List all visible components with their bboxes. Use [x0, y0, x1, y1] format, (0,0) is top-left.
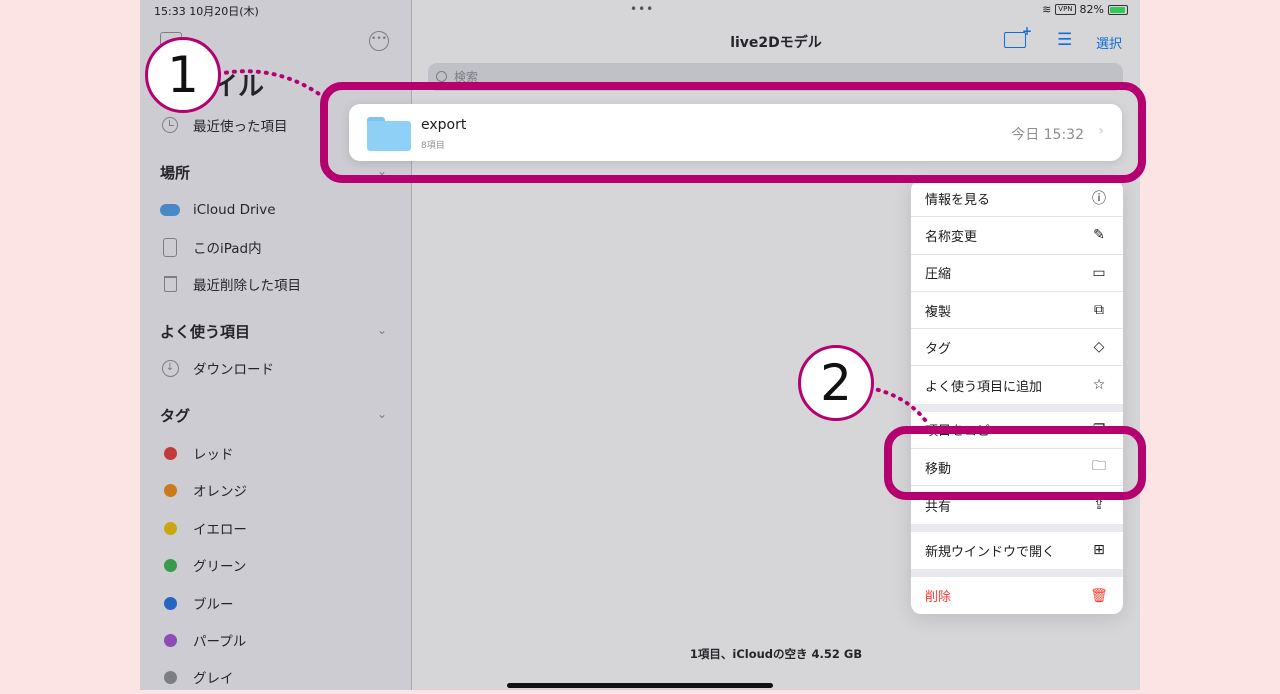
- sidebar-item-recent[interactable]: 最近使った項目: [160, 113, 288, 137]
- sidebar-item-tag-purple[interactable]: パープル: [160, 628, 246, 652]
- list-view-icon[interactable]: ☰: [1057, 30, 1072, 50]
- green-dot-icon: [163, 558, 177, 572]
- menu-separator: [911, 523, 1123, 532]
- sidebar-item-label: オレンジ: [193, 484, 247, 500]
- info-icon: ⓘ: [1092, 191, 1106, 208]
- select-button[interactable]: 選択: [1096, 33, 1122, 52]
- ipad-icon: [163, 237, 177, 257]
- search-icon: [436, 71, 447, 82]
- sidebar-item-on-ipad[interactable]: このiPad内: [160, 235, 262, 259]
- pencil-icon: ✎: [1093, 227, 1105, 244]
- menu-item-duplicate[interactable]: 複製 ⧉: [911, 292, 1123, 330]
- purple-dot-icon: [163, 633, 177, 647]
- menu-item-label: 新規ウインドウで開く: [925, 544, 1056, 560]
- menu-item-get-info[interactable]: 情報を見る ⓘ: [911, 180, 1123, 218]
- step-badge-2: 2: [798, 345, 874, 421]
- sidebar-item-recently-deleted[interactable]: 最近削除した項目: [160, 272, 301, 296]
- sidebar-item-label: パープル: [193, 634, 247, 650]
- trash-icon: 🗑: [1090, 587, 1108, 604]
- sidebar-item-label: iCloud Drive: [193, 202, 276, 218]
- status-right: ≋ VPN 82%: [1042, 3, 1128, 16]
- chevron-down-icon[interactable]: ⌄: [377, 323, 387, 337]
- menu-item-label: 圧縮: [925, 267, 952, 283]
- sidebar-item-label: レッド: [193, 447, 234, 463]
- gray-dot-icon: [163, 670, 177, 684]
- blue-dot-icon: [163, 596, 177, 610]
- sidebar-item-label: ブルー: [193, 597, 234, 613]
- battery-percent: 82%: [1079, 3, 1104, 16]
- sidebar-item-tag-blue[interactable]: ブルー: [160, 591, 234, 615]
- orange-dot-icon: [163, 483, 177, 497]
- sidebar-item-tag-gray[interactable]: グレイ: [160, 665, 234, 689]
- clock-icon: [162, 117, 178, 133]
- menu-item-compress[interactable]: 圧縮 ▭: [911, 255, 1123, 292]
- menu-item-label: 複製: [925, 304, 952, 320]
- storage-status: 1項目、iCloudの空き 4.52 GB: [689, 647, 863, 661]
- wifi-icon: ≋: [1042, 3, 1052, 16]
- new-folder-icon[interactable]: [1004, 24, 1032, 48]
- tag-icon: ◇: [1093, 339, 1105, 356]
- chevron-down-icon[interactable]: ⌄: [377, 407, 387, 421]
- sidebar-item-tag-yellow[interactable]: イエロー: [160, 516, 247, 540]
- sidebar-item-label: 最近削除した項目: [193, 278, 301, 294]
- vpn-badge: VPN: [1055, 4, 1076, 15]
- menu-separator: [911, 568, 1123, 577]
- sidebar-item-label: グレイ: [193, 671, 234, 687]
- sidebar-item-tag-red[interactable]: レッド: [160, 441, 234, 465]
- multitask-dots[interactable]: •••: [630, 2, 654, 16]
- menu-item-label: 削除: [925, 590, 952, 606]
- download-icon: ↓: [161, 359, 179, 377]
- more-options-icon[interactable]: •••: [369, 31, 389, 51]
- red-dot-icon: [163, 446, 177, 460]
- status-time: 15:33 10月20日(木): [154, 5, 259, 18]
- trash-icon: [163, 276, 177, 292]
- sidebar-item-tag-green[interactable]: グリーン: [160, 553, 246, 577]
- favorites-header: よく使う項目: [160, 323, 251, 341]
- star-icon: ☆: [1092, 377, 1106, 394]
- cloud-icon: [160, 204, 180, 216]
- context-menu: 情報を見る ⓘ 名称変更 ✎ 圧縮 ▭ 複製 ⧉ タグ ◇ よく使う項目に追加 ☆ 項目をコ…: [911, 180, 1123, 615]
- yellow-dot-icon: [163, 521, 177, 535]
- sidebar-item-label: イエロー: [193, 522, 247, 538]
- locations-header: 場所: [160, 164, 191, 182]
- sidebar-item-downloads[interactable]: ↓ ダウンロード: [160, 356, 274, 380]
- sidebar-item-label: ダウンロード: [193, 362, 274, 378]
- sidebar-item-label: 最近使った項目: [193, 119, 288, 135]
- grid-icon: ⊞: [1093, 542, 1105, 559]
- sidebar-item-tag-orange[interactable]: オレンジ: [160, 478, 247, 502]
- duplicate-icon: ⧉: [1094, 302, 1104, 319]
- menu-item-new-window[interactable]: 新規ウインドウで開く ⊞: [911, 532, 1123, 569]
- sidebar-item-label: グリーン: [193, 559, 247, 575]
- home-indicator[interactable]: [507, 683, 773, 688]
- tags-header: タグ: [160, 407, 191, 425]
- menu-item-label: 名称変更: [925, 229, 978, 245]
- battery-icon: [1108, 4, 1128, 15]
- highlight-box-folder: [320, 82, 1146, 183]
- highlight-box-move: [884, 426, 1146, 500]
- menu-item-rename[interactable]: 名称変更 ✎: [911, 217, 1123, 255]
- sidebar-item-label: このiPad内: [193, 241, 262, 257]
- menu-item-label: よく使う項目に追加: [925, 379, 1043, 395]
- menu-separator: [911, 403, 1123, 412]
- menu-item-label: タグ: [925, 341, 952, 357]
- menu-item-tags[interactable]: タグ ◇: [911, 329, 1123, 367]
- menu-item-label: 情報を見る: [925, 192, 991, 208]
- menu-item-delete[interactable]: 削除 🗑: [911, 577, 1123, 614]
- sidebar-item-icloud-drive[interactable]: iCloud Drive: [160, 198, 276, 222]
- archive-box-icon: ▭: [1092, 264, 1106, 281]
- status-bar: 15:33 10月20日(木) ••• ≋ VPN 82%: [140, 0, 1140, 20]
- step-badge-1: 1: [145, 37, 221, 113]
- menu-item-favorite[interactable]: よく使う項目に追加 ☆: [911, 366, 1123, 403]
